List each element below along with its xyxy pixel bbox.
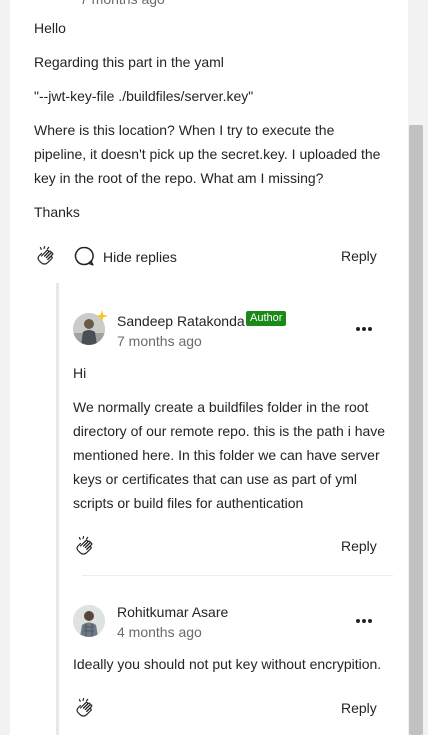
thread-line [56, 283, 59, 735]
reply-button[interactable]: Reply [341, 248, 377, 264]
author-name[interactable]: Rohitkumar Asare [117, 604, 228, 620]
author-badge: Author [246, 311, 287, 326]
top-comment-paragraph: Hello [34, 20, 66, 36]
author-name[interactable]: Sandeep Ratakonda [117, 313, 245, 329]
comment-timestamp[interactable]: 7 months ago [117, 333, 202, 349]
clap-icon[interactable] [73, 696, 97, 720]
clap-icon[interactable] [73, 534, 97, 558]
reply-paragraph: We normally create a buildfiles folder i… [73, 399, 386, 511]
hide-replies-button[interactable]: Hide replies [103, 249, 177, 265]
more-options-icon[interactable] [356, 324, 376, 334]
more-options-icon[interactable] [356, 616, 376, 626]
reply-paragraph: Ideally you should not put key without e… [73, 656, 382, 672]
scrollbar-thumb[interactable] [409, 125, 423, 735]
comment-bubble-icon[interactable] [73, 245, 95, 267]
reply-paragraph: Hi [73, 365, 87, 381]
top-comment-timestamp: 7 months ago [80, 0, 165, 11]
comment-timestamp[interactable]: 4 months ago [117, 624, 202, 640]
sparkle-icon [96, 310, 108, 322]
top-comment-paragraph: Thanks [34, 204, 80, 220]
reply-button[interactable]: Reply [341, 538, 377, 554]
top-comment-code-reference: "--jwt-key-file ./buildfiles/server.key" [34, 88, 254, 104]
divider [82, 575, 393, 576]
reply-button[interactable]: Reply [341, 700, 377, 716]
top-comment-paragraph: Regarding this part in the yaml [34, 54, 224, 70]
avatar[interactable] [73, 605, 105, 637]
top-comment-paragraph: Where is this location? When I try to ex… [34, 122, 381, 186]
clap-icon[interactable] [34, 244, 58, 268]
comments-panel: 7 months ago Hello Regarding this part i… [10, 0, 408, 735]
